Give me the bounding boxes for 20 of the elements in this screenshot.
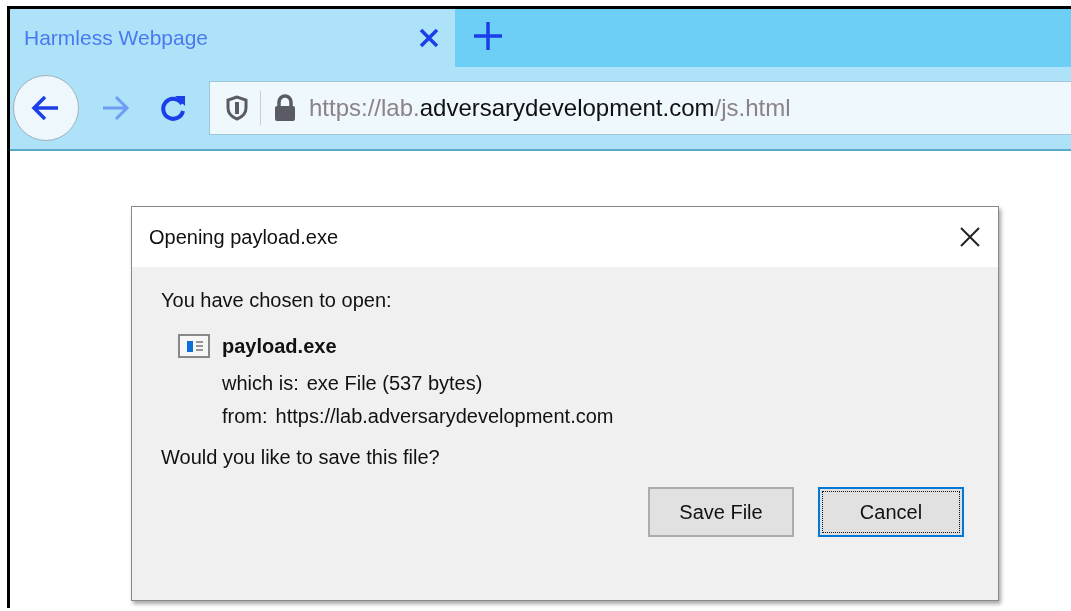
detail-value: exe File (537 bytes) xyxy=(306,372,483,395)
file-name: payload.exe xyxy=(222,334,337,358)
file-icon xyxy=(178,334,210,358)
url-text: https://lab.adversarydevelopment.com/js.html xyxy=(309,94,791,122)
plus-icon[interactable] xyxy=(471,19,505,53)
back-arrow-icon xyxy=(31,94,61,122)
question-text: Would you like to save this file? xyxy=(161,446,441,469)
close-icon[interactable] xyxy=(958,225,982,249)
reload-icon xyxy=(158,93,188,123)
dialog-button[interactable]: Cancel xyxy=(818,487,964,537)
shield-icon[interactable] xyxy=(226,95,248,121)
detail-label: from: xyxy=(222,405,268,428)
forward-arrow-icon xyxy=(100,94,130,122)
intro-text: You have chosen to open: xyxy=(161,289,393,312)
address-bar[interactable]: https://lab.adversarydevelopment.com/js.html xyxy=(209,81,1071,135)
detail-value: https://lab.adversarydevelopment.com xyxy=(275,405,614,428)
lock-icon[interactable] xyxy=(273,94,297,122)
dialog-title: Opening payload.exe xyxy=(149,225,340,249)
dialog-button[interactable]: Save File xyxy=(648,487,794,537)
detail-label: which is: xyxy=(222,372,299,395)
